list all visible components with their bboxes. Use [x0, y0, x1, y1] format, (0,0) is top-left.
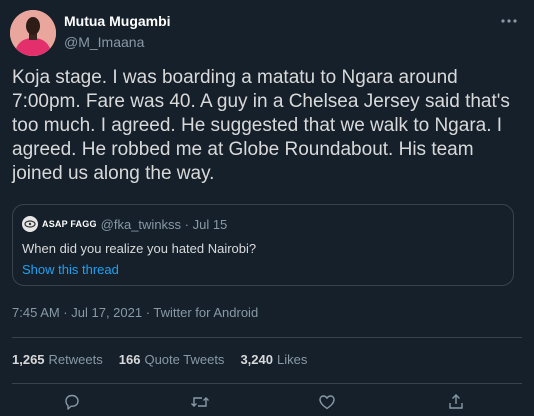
share-icon[interactable]	[446, 392, 466, 412]
tweet: Mutua Mugambi @M_Imaana Koja stage. I wa…	[0, 0, 534, 416]
tweet-stats: 1,265 Retweets 166 Quote Tweets 3,240 Likes	[12, 352, 307, 367]
author-handle[interactable]: @M_Imaana	[64, 33, 171, 51]
avatar[interactable]	[10, 10, 56, 56]
quoted-tweet-text: When did you realize you hated Nairobi?	[22, 241, 257, 256]
divider	[12, 337, 522, 338]
show-thread-link[interactable]: Show this thread	[22, 262, 119, 277]
tweet-timestamp[interactable]: 7:45 AM · Jul 17, 2021 · Twitter for And…	[12, 305, 258, 320]
more-icon[interactable]	[498, 10, 520, 32]
like-icon[interactable]	[317, 392, 337, 412]
likes-count: 3,240	[240, 352, 273, 367]
retweet-icon[interactable]	[190, 392, 210, 412]
quote-tweets-count: 166	[118, 352, 141, 367]
quote-tweets-label: Quote Tweets	[144, 352, 225, 367]
likes-label: Likes	[276, 352, 308, 367]
author-info: Mutua Mugambi @M_Imaana	[64, 12, 171, 51]
action-bar	[0, 386, 534, 416]
likes-stat[interactable]: 3,240 Likes	[240, 352, 307, 367]
tweet-text: Koja stage. I was boarding a matatu to N…	[12, 67, 510, 184]
retweets-label: Retweets	[48, 352, 103, 367]
author-name[interactable]: Mutua Mugambi	[64, 12, 171, 30]
quoted-tweet[interactable]: ASAP FAGG @fka_twinkss · Jul 15 When did…	[12, 204, 514, 286]
divider	[12, 383, 522, 384]
quoted-author-meta: @fka_twinkss · Jul 15	[100, 216, 228, 232]
quote-tweets-stat[interactable]: 166 Quote Tweets	[119, 352, 225, 367]
reply-icon[interactable]	[62, 392, 82, 412]
retweets-stat[interactable]: 1,265 Retweets	[12, 352, 103, 367]
quoted-tweet-header: ASAP FAGG @fka_twinkss · Jul 15	[22, 216, 227, 232]
quoted-avatar	[22, 216, 38, 232]
retweets-count: 1,265	[12, 352, 45, 367]
quoted-author-name: ASAP FAGG	[42, 219, 97, 229]
